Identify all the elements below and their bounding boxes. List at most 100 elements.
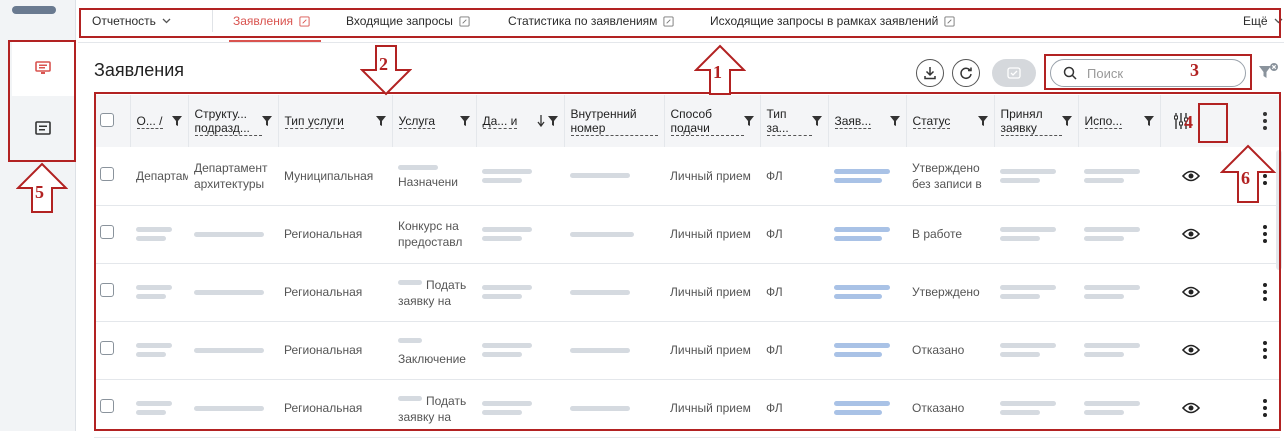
cell-service: Подать заявку на bbox=[392, 379, 476, 438]
cell-service-type: Региональная bbox=[278, 263, 392, 322]
cell-accepted-by bbox=[994, 321, 1078, 380]
row-checkbox[interactable] bbox=[100, 166, 114, 181]
column-header[interactable]: Структу... подразд... bbox=[187, 95, 278, 147]
column-header[interactable]: Статус bbox=[905, 95, 994, 147]
annotation-number-4: 4 bbox=[1184, 112, 1193, 132]
column-header[interactable]: Испо... bbox=[1077, 95, 1160, 147]
column-header[interactable]: Да... и bbox=[475, 95, 564, 147]
cell-service-type: Муниципальная bbox=[278, 147, 392, 206]
cell-internal-number bbox=[564, 379, 664, 438]
table-row[interactable]: Департамент Департамент архитектуры Муни… bbox=[94, 147, 1280, 206]
sidebar bbox=[0, 0, 76, 431]
tab-outgoing-requests[interactable]: Исходящие запросы в рамках заявлений bbox=[710, 14, 955, 28]
more-menu[interactable]: Ещё bbox=[1243, 14, 1283, 28]
filter-icon[interactable] bbox=[459, 116, 470, 126]
column-header-label: Внутренний номер bbox=[570, 107, 658, 136]
cell-org bbox=[130, 205, 188, 264]
cell-actions bbox=[1160, 321, 1280, 380]
cell-executor bbox=[1078, 321, 1160, 380]
filter-icon[interactable] bbox=[1143, 116, 1154, 126]
filter-icon[interactable] bbox=[977, 116, 988, 126]
cell-actions bbox=[1160, 379, 1280, 438]
select-all-checkbox[interactable] bbox=[100, 112, 114, 127]
filter-icon[interactable] bbox=[811, 116, 822, 126]
cell-applicant-type: ФЛ bbox=[760, 147, 828, 206]
logo bbox=[12, 6, 56, 14]
filter-icon[interactable] bbox=[1061, 116, 1072, 126]
sort-down-icon[interactable] bbox=[536, 115, 545, 127]
column-header[interactable]: Внутренний номер bbox=[563, 95, 664, 147]
row-checkbox[interactable] bbox=[100, 283, 114, 297]
tab-incoming-requests[interactable]: Входящие запросы bbox=[346, 14, 470, 28]
eye-icon[interactable] bbox=[1182, 344, 1200, 356]
table-row[interactable]: Региональная Конкурс на предоставл Личны… bbox=[94, 205, 1280, 264]
column-header[interactable]: Услуга bbox=[391, 95, 476, 147]
sidebar-item-cards[interactable] bbox=[12, 100, 74, 156]
reports-dropdown-label: Отчетность bbox=[92, 14, 156, 28]
column-header[interactable]: Тип услуги bbox=[277, 95, 392, 147]
cell-department bbox=[188, 379, 278, 438]
more-vertical-icon[interactable] bbox=[1262, 398, 1268, 418]
table-row[interactable]: Региональная Заключение Личный прием ФЛ … bbox=[94, 321, 1280, 380]
eye-icon[interactable] bbox=[1182, 402, 1200, 414]
cell-applicant[interactable] bbox=[828, 205, 906, 264]
chevron-down-icon bbox=[1274, 18, 1283, 24]
column-header[interactable]: Принял заявку bbox=[993, 95, 1078, 147]
cell-method: Личный прием bbox=[664, 379, 760, 438]
filter-clear-icon[interactable] bbox=[1258, 62, 1280, 82]
monitor-icon bbox=[35, 61, 51, 74]
filter-icon[interactable] bbox=[547, 116, 558, 126]
column-header[interactable]: Тип за... bbox=[759, 95, 828, 147]
column-header[interactable]: О... / bbox=[129, 95, 188, 147]
more-vertical-icon[interactable] bbox=[1262, 224, 1268, 244]
refresh-icon bbox=[960, 67, 972, 80]
column-header-label: О... / bbox=[136, 113, 163, 129]
pencil-icon bbox=[944, 15, 955, 27]
actions-header bbox=[1159, 95, 1280, 147]
filter-icon[interactable] bbox=[261, 116, 272, 126]
tab-statistics-label: Статистика по заявлениям bbox=[508, 14, 658, 28]
cell-applicant[interactable] bbox=[828, 263, 906, 322]
filter-icon[interactable] bbox=[375, 116, 386, 126]
column-header-label: Тип за... bbox=[766, 107, 812, 136]
refresh-button[interactable] bbox=[952, 59, 980, 87]
eye-icon[interactable] bbox=[1182, 170, 1200, 182]
annotation-number-2: 2 bbox=[379, 54, 388, 74]
reports-dropdown[interactable]: Отчетность bbox=[92, 14, 171, 28]
row-checkbox[interactable] bbox=[100, 341, 114, 355]
row-checkbox[interactable] bbox=[100, 399, 114, 413]
table-row[interactable]: Региональная Подать заявку на Личный при… bbox=[94, 379, 1280, 438]
more-vertical-icon[interactable] bbox=[1262, 340, 1268, 360]
cell-date bbox=[476, 147, 564, 206]
download-button[interactable] bbox=[916, 59, 944, 87]
eye-icon[interactable] bbox=[1182, 228, 1200, 240]
sidebar-item-statements[interactable] bbox=[12, 40, 74, 96]
cell-date bbox=[476, 379, 564, 438]
cell-applicant[interactable] bbox=[828, 147, 906, 206]
cell-applicant[interactable] bbox=[828, 379, 906, 438]
cell-method: Личный прием bbox=[664, 205, 760, 264]
list-card-icon bbox=[35, 121, 51, 135]
cell-applicant[interactable] bbox=[828, 321, 906, 380]
more-vertical-icon[interactable] bbox=[1262, 282, 1268, 302]
statements-table: О... / Структу... подразд... Тип услуги … bbox=[94, 95, 1280, 438]
table-row[interactable]: Региональная Подать заявку на Личный при… bbox=[94, 263, 1280, 322]
search-box[interactable] bbox=[1050, 59, 1246, 87]
filter-icon[interactable] bbox=[171, 116, 182, 126]
tab-statistics[interactable]: Статистика по заявлениям bbox=[508, 14, 674, 28]
more-vertical-icon[interactable] bbox=[1262, 166, 1268, 186]
eye-icon[interactable] bbox=[1182, 286, 1200, 298]
column-header[interactable]: Заяв... bbox=[827, 95, 906, 147]
annotation-number-6: 6 bbox=[1241, 168, 1250, 188]
filter-icon[interactable] bbox=[889, 116, 900, 126]
approve-button[interactable] bbox=[992, 59, 1036, 87]
filter-icon[interactable] bbox=[743, 116, 754, 126]
vertical-scrollbar[interactable] bbox=[1276, 150, 1282, 270]
tab-statements[interactable]: Заявления bbox=[229, 0, 321, 42]
cell-actions bbox=[1160, 263, 1280, 322]
more-vertical-icon[interactable] bbox=[1262, 111, 1268, 131]
search-input[interactable] bbox=[1085, 64, 1229, 82]
column-header[interactable]: Способ подачи bbox=[663, 95, 760, 147]
row-checkbox[interactable] bbox=[100, 225, 114, 239]
tab-active-underline bbox=[229, 40, 321, 42]
